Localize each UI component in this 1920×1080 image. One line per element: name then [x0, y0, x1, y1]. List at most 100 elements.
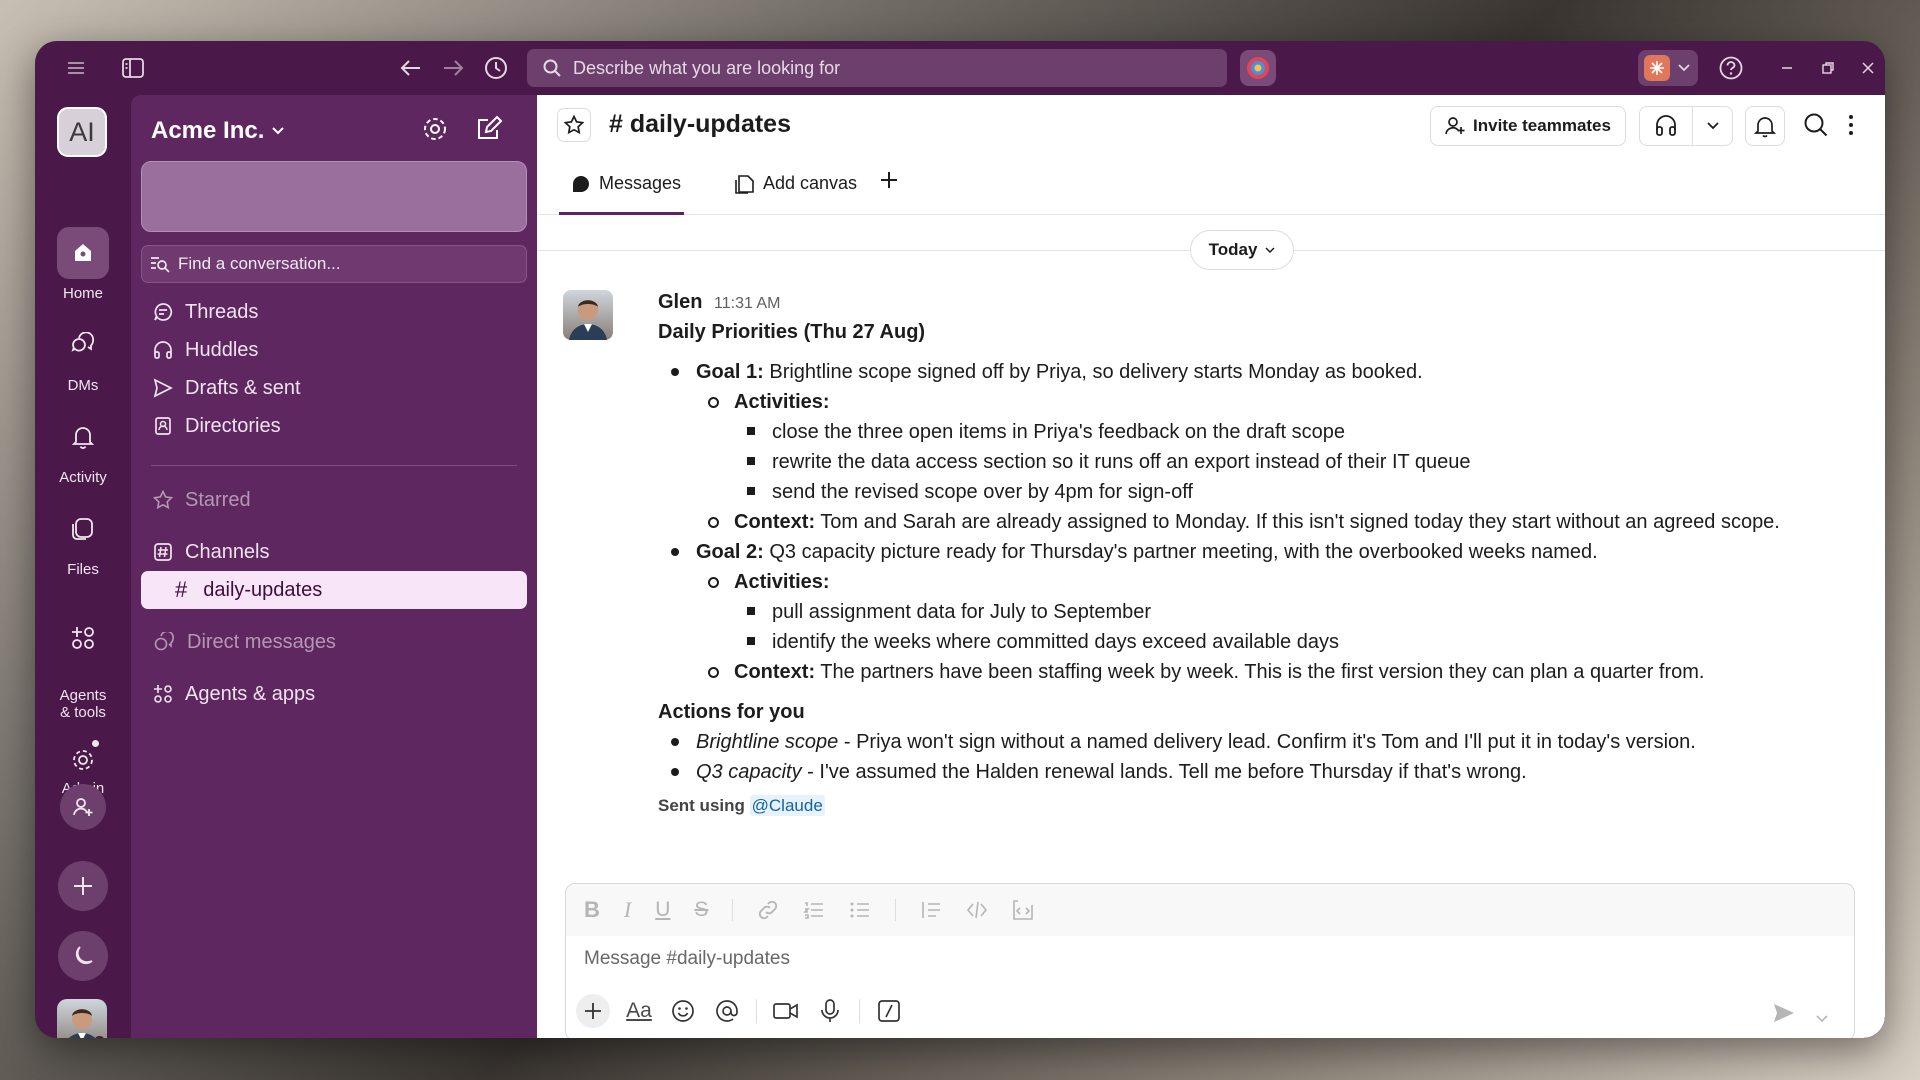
action-topic: Brightline scope: [696, 731, 839, 753]
send-icon[interactable]: [1773, 1003, 1795, 1028]
context-label: Context:: [734, 661, 816, 683]
text-format-icon[interactable]: Aa: [624, 999, 654, 1023]
forward-arrow-icon[interactable]: [439, 53, 469, 83]
close-icon[interactable]: [1853, 53, 1883, 83]
dms-icon: [154, 632, 174, 651]
maximize-icon[interactable]: [1813, 53, 1843, 83]
rail-dms-label: DMs: [67, 377, 99, 394]
hash-icon: #: [175, 577, 188, 602]
slash-command-icon[interactable]: [874, 1000, 904, 1022]
sidebar-item-daily-updates[interactable]: # daily-updates: [141, 571, 527, 609]
sidebar-item-label: Threads: [185, 300, 259, 323]
notification-dot: [92, 740, 99, 747]
code-block-icon[interactable]: [1012, 899, 1034, 921]
italic-icon[interactable]: I: [624, 897, 631, 923]
sidebar-banner[interactable]: [141, 161, 527, 232]
menu-icon[interactable]: [61, 53, 91, 83]
context-text: The partners have been staffing week by …: [815, 661, 1705, 683]
sidebar-item-threads[interactable]: Threads: [141, 293, 527, 331]
help-icon[interactable]: [1716, 53, 1746, 83]
list-item: pull assignment data for July to Septemb…: [696, 597, 1858, 657]
chevron-down-icon: [1678, 64, 1690, 72]
link-icon[interactable]: [757, 899, 779, 921]
bell-icon: [57, 411, 109, 463]
ai-assistant-icon[interactable]: [1240, 50, 1276, 86]
date-divider-pill[interactable]: Today: [1190, 230, 1294, 270]
avatar[interactable]: [57, 999, 107, 1038]
more-options-icon[interactable]: [1847, 113, 1855, 142]
goal-label: Goal 2:: [696, 541, 764, 563]
message-input[interactable]: Message #daily-updates: [584, 948, 790, 970]
rail-activity[interactable]: Activity: [35, 411, 131, 486]
search-icon[interactable]: [1803, 112, 1829, 143]
sidebar-item-drafts[interactable]: Drafts & sent: [141, 369, 527, 407]
blockquote-icon[interactable]: [920, 899, 942, 921]
bulleted-list-icon[interactable]: [849, 899, 871, 921]
sidebar-toggle-icon[interactable]: [118, 53, 148, 83]
channel-title[interactable]: # daily-updates: [609, 110, 791, 139]
microphone-icon[interactable]: [815, 999, 845, 1023]
actions-heading: Actions for you: [658, 701, 805, 723]
tab-add-canvas[interactable]: Add canvas: [735, 173, 857, 194]
actions-list: Brightline scope - Priya won't sign with…: [658, 727, 1858, 787]
action-text: - Priya won't sign without a named deliv…: [838, 731, 1696, 753]
author-avatar[interactable]: [563, 290, 613, 340]
notifications-bell-icon[interactable]: [1745, 106, 1785, 146]
sidebar-section-direct-messages[interactable]: Direct messages: [141, 623, 527, 661]
search-icon: [543, 59, 561, 77]
video-icon[interactable]: [771, 1001, 801, 1021]
rail-agents[interactable]: Agents & tools: [35, 595, 131, 721]
workspace-icon[interactable]: AI: [57, 107, 107, 157]
add-user-icon[interactable]: [60, 784, 106, 830]
add-tab-plus-icon[interactable]: [879, 170, 899, 190]
mention-icon[interactable]: [712, 999, 742, 1023]
chevron-down-icon[interactable]: [1816, 1010, 1828, 1028]
numbered-list-icon[interactable]: [803, 899, 825, 921]
goal-list: Goal 1: Brightline scope signed off by P…: [658, 357, 1858, 687]
underline-icon[interactable]: U: [655, 898, 670, 922]
sidebar-item-label: daily-updates: [203, 578, 323, 601]
channel-header: # daily-updates Invite teammates: [537, 95, 1885, 155]
emoji-icon[interactable]: [668, 999, 698, 1023]
settings-gear-icon[interactable]: [421, 115, 449, 148]
directory-icon: [155, 417, 171, 435]
sidebar-section-label: Starred: [185, 488, 251, 511]
author-name[interactable]: Glen: [658, 291, 702, 313]
plus-icon[interactable]: [58, 861, 108, 911]
back-arrow-icon[interactable]: [395, 53, 425, 83]
sidebar-section-agents[interactable]: Agents & apps: [141, 675, 527, 713]
star-icon[interactable]: [557, 108, 591, 142]
rail-home-label: Home: [62, 285, 103, 302]
huddle-button[interactable]: [1639, 106, 1733, 146]
goal-text: Brightline scope signed off by Priya, so…: [763, 361, 1423, 383]
find-conversation-input[interactable]: Find a conversation...: [141, 245, 527, 283]
tab-messages[interactable]: Messages: [571, 173, 681, 194]
rail-files-label: Files: [67, 561, 99, 578]
strikethrough-icon[interactable]: S: [694, 898, 708, 922]
sidebar-item-huddles[interactable]: Huddles: [141, 331, 527, 369]
mention-link[interactable]: @Claude: [749, 795, 825, 816]
minimize-icon[interactable]: [1772, 53, 1802, 83]
list-item: close the three open items in Priya's fe…: [734, 417, 1858, 447]
sidebar-item-directories[interactable]: Directories: [141, 407, 527, 445]
search-bar[interactable]: Describe what you are looking for: [527, 49, 1227, 87]
workspace-switcher[interactable]: Acme Inc.: [151, 117, 285, 145]
bold-icon[interactable]: B: [584, 897, 600, 923]
home-icon: [57, 227, 109, 279]
message-meta: Glen 11:31 AM: [658, 287, 1858, 317]
rail-dms[interactable]: DMs: [35, 319, 131, 394]
sidebar-section-starred[interactable]: Starred: [141, 481, 527, 519]
rail-files[interactable]: Files: [35, 503, 131, 578]
status-menu[interactable]: [1638, 50, 1698, 86]
divider: [859, 999, 860, 1023]
invite-label: Invite teammates: [1473, 116, 1611, 135]
history-icon[interactable]: [481, 53, 511, 83]
moon-icon[interactable]: [58, 931, 108, 981]
attach-plus-icon[interactable]: [576, 994, 610, 1028]
compose-icon[interactable]: [475, 115, 503, 148]
code-icon[interactable]: [966, 899, 988, 921]
invite-teammates-button[interactable]: Invite teammates: [1430, 106, 1626, 146]
sidebar-section-channels[interactable]: Channels: [141, 533, 527, 571]
message-timestamp[interactable]: 11:31 AM: [714, 295, 780, 312]
rail-home[interactable]: Home: [35, 227, 131, 302]
